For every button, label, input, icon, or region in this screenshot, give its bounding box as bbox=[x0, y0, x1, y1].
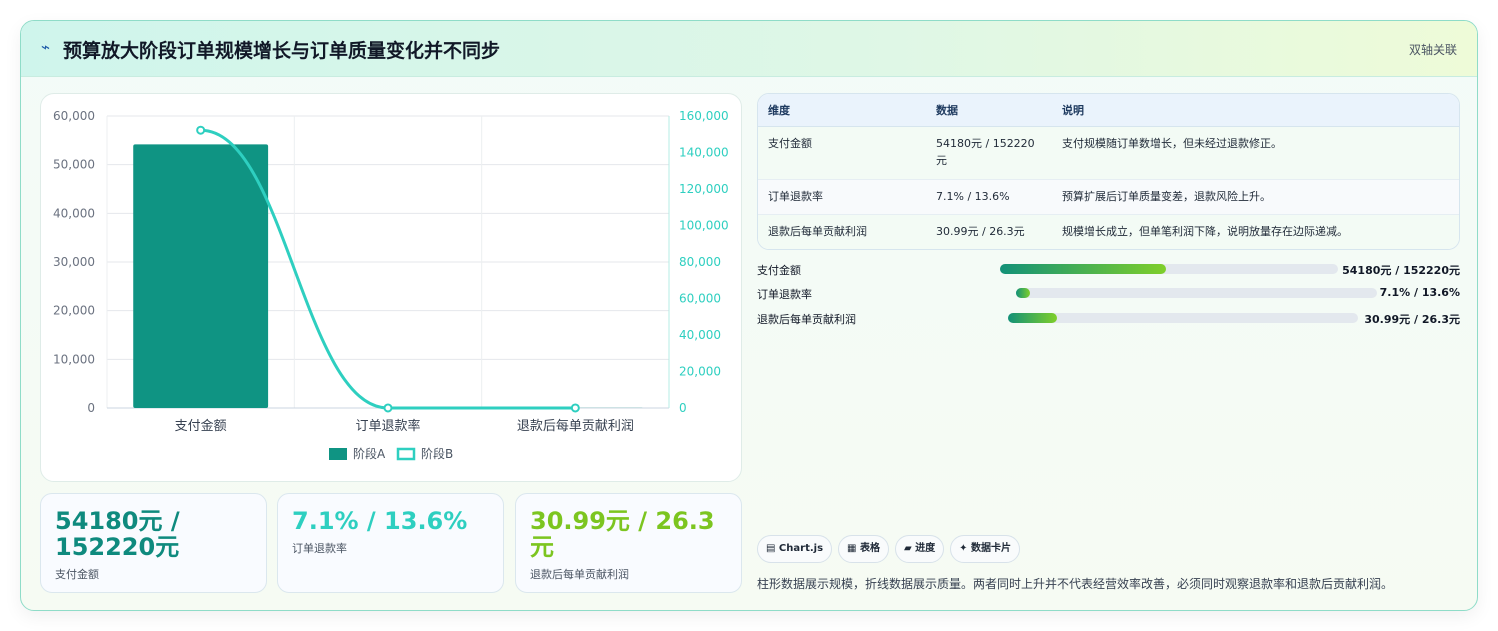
progress-track bbox=[1008, 313, 1358, 323]
table-header: 说明 bbox=[1052, 94, 1459, 127]
stat-value: 7.1% / 13.6% bbox=[292, 507, 468, 535]
card-header: ⌁ 预算放大阶段订单规模增长与订单质量变化并不同步 双轴关联 bbox=[21, 21, 1477, 77]
progress-fill bbox=[1000, 264, 1166, 274]
stat-card-payment: 54180元 / 152220元 支付金额 bbox=[40, 493, 267, 593]
page-title: 预算放大阶段订单规模增长与订单质量变化并不同步 bbox=[63, 40, 501, 62]
table-cell: 支付金额 bbox=[758, 126, 926, 180]
y-left-tick-label: 30,000 bbox=[53, 255, 95, 269]
chart-panel: 0 10,000 20,000 30,000 40,000 50,000 60,000 0 20… bbox=[40, 93, 742, 482]
y-right-tick-label: 80,000 bbox=[679, 255, 721, 269]
table-cell: 规模增长成立，但单笔利润下降，说明放量存在边际递减。 bbox=[1052, 214, 1459, 249]
progress-row-payment: 支付金额 54180元 / 152220元 bbox=[757, 262, 1460, 277]
table-header: 维度 bbox=[758, 94, 926, 127]
progress-label: 支付金额 bbox=[757, 264, 801, 277]
y-left-tick-label: 10,000 bbox=[53, 352, 95, 366]
progress-fill bbox=[1008, 313, 1057, 323]
line-point bbox=[570, 403, 580, 413]
chip-chartjs[interactable]: ▤ Chart.js bbox=[757, 535, 833, 563]
table-header: 数据 bbox=[926, 94, 1052, 127]
table-cell: 30.99元 / 26.3元 bbox=[926, 214, 1052, 249]
table-row: 退款后每单贡献利润 30.99元 / 26.3元 规模增长成立，但单笔利润下降，… bbox=[758, 214, 1459, 249]
stat-label: 订单退款率 bbox=[292, 542, 347, 555]
table-cell: 支付规模随订单数增长，但未经过退款修正。 bbox=[1052, 126, 1459, 180]
data-table: 维度 数据 说明 支付金额 54180元 / 152220元 支付规模随订单数增… bbox=[757, 93, 1460, 250]
progress-label: 订单退款率 bbox=[757, 288, 812, 301]
table-cell: 订单退款率 bbox=[758, 179, 926, 215]
progress-label: 退款后每单贡献利润 bbox=[757, 313, 856, 326]
table-row: 订单退款率 7.1% / 13.6% 预算扩展后订单质量变差，退款风险上升。 bbox=[758, 179, 1459, 215]
y-right-tick-label: 100,000 bbox=[679, 219, 729, 233]
lightning-icon: ⌁ bbox=[41, 38, 51, 56]
dashboard-card: ⌁ 预算放大阶段订单规模增长与订单质量变化并不同步 双轴关联 0 10,000 20… bbox=[20, 20, 1478, 611]
stat-label: 支付金额 bbox=[55, 568, 99, 581]
y-right-tick-label: 40,000 bbox=[679, 328, 721, 342]
progress-row-refund-rate: 订单退款率 7.1% / 13.6% bbox=[757, 286, 1460, 301]
legend-label: 阶段A bbox=[353, 446, 386, 461]
progress-fill bbox=[1016, 288, 1031, 298]
stat-label: 退款后每单贡献利润 bbox=[530, 568, 629, 581]
y-right-tick-label: 140,000 bbox=[679, 146, 729, 160]
chip-data-card[interactable]: ✦ 数据卡片 bbox=[950, 535, 1021, 563]
x-tick-label: 支付金额 bbox=[175, 418, 227, 434]
progress-track bbox=[1000, 264, 1338, 274]
table-cell: 54180元 / 152220元 bbox=[926, 126, 1052, 180]
line-point bbox=[196, 125, 206, 135]
tech-chips: ▤ Chart.js ▦ 表格 ▰ 进度 ✦ 数据卡片 bbox=[757, 535, 1026, 563]
legend-swatch bbox=[329, 448, 347, 460]
stat-card-refund-rate: 7.1% / 13.6% 订单退款率 bbox=[277, 493, 504, 593]
stat-card-profit: 30.99元 / 26.3元 退款后每单贡献利润 bbox=[515, 493, 742, 593]
line-point bbox=[383, 403, 393, 413]
y-left-tick-label: 60,000 bbox=[53, 109, 95, 123]
x-tick-label: 订单退款率 bbox=[355, 418, 420, 434]
footer-note: 柱形数据展示规模，折线数据展示质量。两者同时上升并不代表经营效率改善，必须同时观… bbox=[757, 577, 1394, 591]
chip-progress[interactable]: ▰ 进度 bbox=[894, 535, 945, 563]
table-cell: 退款后每单贡献利润 bbox=[758, 214, 926, 249]
combo-chart: 0 10,000 20,000 30,000 40,000 50,000 60,000 0 20… bbox=[53, 109, 729, 461]
progress-track bbox=[1016, 288, 1377, 298]
y-left-tick-label: 20,000 bbox=[53, 304, 95, 318]
y-right-tick-label: 120,000 bbox=[679, 182, 729, 196]
progress-row-profit: 退款后每单贡献利润 30.99元 / 26.3元 bbox=[757, 311, 1460, 326]
table-cell: 预算扩展后订单质量变差，退款风险上升。 bbox=[1052, 179, 1459, 215]
y-left-tick-label: 0 bbox=[87, 401, 95, 415]
dual-axis-badge: 双轴关联 bbox=[1408, 43, 1457, 57]
table-cell: 7.1% / 13.6% bbox=[926, 179, 1052, 215]
progress-value: 54180元 / 152220元 bbox=[1342, 264, 1460, 277]
progress-value: 7.1% / 13.6% bbox=[1379, 286, 1460, 299]
y-right-tick-label: 60,000 bbox=[679, 292, 721, 306]
y-left-tick-label: 50,000 bbox=[53, 158, 95, 172]
bar-阶段A bbox=[133, 144, 269, 408]
y-left-tick-label: 40,000 bbox=[53, 206, 95, 220]
y-right-tick-label: 0 bbox=[679, 401, 687, 415]
stat-value: 30.99元 / 26.3元 bbox=[530, 507, 715, 561]
progress-value: 30.99元 / 26.3元 bbox=[1364, 313, 1460, 326]
y-right-tick-label: 160,000 bbox=[679, 109, 729, 123]
x-tick-label: 退款后每单贡献利润 bbox=[517, 418, 634, 434]
legend-label: 阶段B bbox=[421, 446, 453, 461]
y-right-tick-label: 20,000 bbox=[679, 365, 721, 379]
legend-swatch bbox=[396, 447, 416, 461]
stat-value: 54180元 / 152220元 bbox=[55, 507, 180, 561]
chip-table[interactable]: ▦ 表格 bbox=[838, 535, 889, 563]
table-row: 支付金额 54180元 / 152220元 支付规模随订单数增长，但未经过退款修… bbox=[758, 126, 1459, 180]
